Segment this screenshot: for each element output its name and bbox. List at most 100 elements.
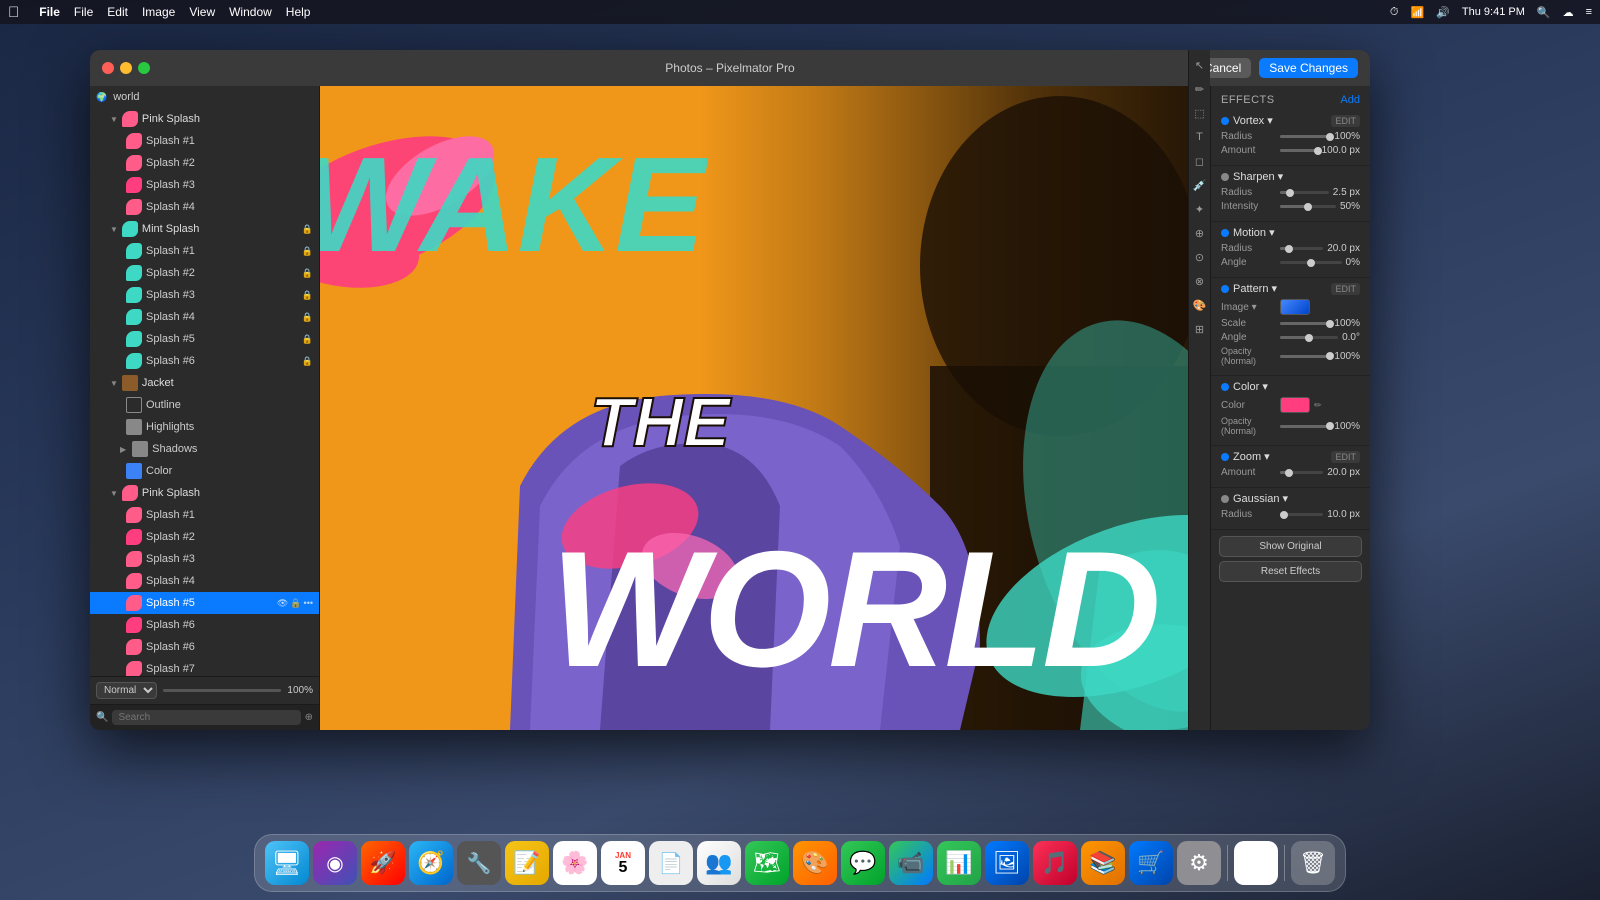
reset-effects-button[interactable]: Reset Effects — [1219, 561, 1362, 582]
dock-launchpad[interactable]: 🚀 — [361, 841, 405, 885]
dock-keynote[interactable]: 🖼 — [985, 841, 1029, 885]
menu-photos[interactable]: File — [39, 5, 60, 19]
angle-slider[interactable] — [1280, 336, 1338, 339]
effect-active-dot[interactable] — [1221, 453, 1229, 461]
layer-item[interactable]: Splash #5 🔒 — [90, 328, 319, 350]
dock-calendar[interactable]: JAN 5 — [601, 841, 645, 885]
layer-item[interactable]: Splash #4 — [90, 570, 319, 592]
dock-preferences[interactable]: ⚙ — [1177, 841, 1221, 885]
opacity-slider[interactable] — [1280, 425, 1330, 428]
dock-notes[interactable]: 📝 — [505, 841, 549, 885]
paint-tool[interactable]: ✏ — [1191, 86, 1209, 98]
select-tool[interactable]: ⬚ — [1191, 104, 1209, 122]
layer-item[interactable]: Splash #1 — [90, 504, 319, 526]
retouch-tool[interactable]: ⊙ — [1191, 248, 1209, 266]
text-tool[interactable]: T — [1191, 128, 1209, 146]
angle-slider[interactable] — [1280, 261, 1342, 264]
dock-trash[interactable]: 🗑 — [1291, 841, 1335, 885]
menu-image[interactable]: Image — [142, 5, 175, 19]
menu-view[interactable]: View — [189, 5, 215, 19]
canvas-area[interactable]: WAKE — [320, 86, 1210, 730]
eye-icon[interactable]: 👁 — [277, 598, 288, 609]
radius-slider[interactable] — [1280, 135, 1330, 138]
layers-list[interactable]: 🌍 world Pink Splash Splash #1 — [90, 86, 319, 676]
search-icon[interactable]: 🔍 — [1537, 6, 1551, 19]
show-original-button[interactable]: Show Original — [1219, 536, 1362, 557]
dock-photosapp[interactable]: 🖼 — [1234, 841, 1278, 885]
layer-item[interactable]: Splash #1 🔒 — [90, 240, 319, 262]
image-swatch[interactable] — [1280, 299, 1310, 315]
intensity-slider[interactable] — [1280, 205, 1336, 208]
dock-numbers[interactable]: 📊 — [937, 841, 981, 885]
warp-tool[interactable]: ⊗ — [1191, 272, 1209, 290]
add-layer-icon[interactable]: ⊕ — [305, 712, 313, 723]
opacity-slider[interactable] — [163, 689, 281, 692]
radius-slider[interactable] — [1280, 191, 1329, 194]
effect-edit-button[interactable]: EDIT — [1331, 451, 1360, 463]
dock-pixelmator[interactable]: 🎨 — [793, 841, 837, 885]
layer-splash5-selected[interactable]: Splash #5 👁 🔒 ••• — [90, 592, 319, 614]
effect-active-dot[interactable] — [1221, 383, 1229, 391]
layer-root-world[interactable]: 🌍 world — [90, 86, 319, 108]
dock-finder[interactable]: 🖥 — [265, 841, 309, 885]
zoom-tool[interactable]: ⊕ — [1191, 224, 1209, 242]
layer-item[interactable]: ▶ Shadows — [90, 438, 319, 460]
layer-item[interactable]: Outline — [90, 394, 319, 416]
heal-tool[interactable]: ✦ — [1191, 200, 1209, 218]
radius-slider[interactable] — [1280, 513, 1323, 516]
layer-item[interactable]: Splash #3 🔒 — [90, 284, 319, 306]
search-input[interactable] — [112, 710, 300, 725]
dock-appstore[interactable]: 🛒 — [1129, 841, 1173, 885]
menu-edit[interactable]: Edit — [107, 5, 128, 19]
dock-quicklook[interactable]: 📄 — [649, 841, 693, 885]
radius-slider[interactable] — [1280, 247, 1323, 250]
close-button[interactable] — [102, 62, 114, 74]
layer-item[interactable]: Splash #6 🔒 — [90, 350, 319, 372]
opacity-slider[interactable] — [1280, 355, 1330, 358]
blend-mode-select[interactable]: Normal — [96, 682, 157, 699]
color-swatch[interactable] — [1280, 397, 1310, 413]
dock-facetime[interactable]: 📹 — [889, 841, 933, 885]
dock-siri[interactable]: ◉ — [313, 841, 357, 885]
layer-item[interactable]: Splash #7 — [90, 658, 319, 676]
layer-item[interactable]: Splash #6 — [90, 614, 319, 636]
effect-active-dot[interactable] — [1221, 495, 1229, 503]
save-button[interactable]: Save Changes — [1259, 58, 1358, 78]
dock-photos[interactable]: 🌸 — [553, 841, 597, 885]
effect-active-dot[interactable] — [1221, 117, 1229, 125]
group-pink-splash-1[interactable]: Pink Splash — [90, 108, 319, 130]
dock-migration[interactable]: 🔧 — [457, 841, 501, 885]
menu-help[interactable]: Help — [286, 5, 311, 19]
apple-menu[interactable]:  — [8, 4, 19, 21]
eraser-tool[interactable]: ◻ — [1191, 152, 1209, 170]
group-mint-splash-1[interactable]: Mint Splash 🔒 — [90, 218, 319, 240]
scale-slider[interactable] — [1280, 322, 1330, 325]
layer-item[interactable]: Splash #2 — [90, 526, 319, 548]
layer-item[interactable]: Splash #1 — [90, 130, 319, 152]
color-picker-tool[interactable]: 🎨 — [1191, 296, 1209, 314]
dock-safari[interactable]: 🧭 — [409, 841, 453, 885]
layer-item[interactable]: Splash #6 — [90, 636, 319, 658]
dock-contacts[interactable]: 👥 — [697, 841, 741, 885]
effect-edit-button[interactable]: EDIT — [1331, 115, 1360, 127]
amount-slider[interactable] — [1280, 471, 1323, 474]
layer-item[interactable]: Splash #4 🔒 — [90, 306, 319, 328]
add-effect-button[interactable]: Add — [1340, 94, 1360, 106]
eyedropper-tool[interactable]: 💉 — [1191, 176, 1209, 194]
effect-active-dot[interactable] — [1221, 285, 1229, 293]
layer-item[interactable]: Splash #3 — [90, 548, 319, 570]
amount-slider[interactable] — [1280, 149, 1318, 152]
dock-music[interactable]: 🎵 — [1033, 841, 1077, 885]
lock-icon[interactable]: 🔒 — [290, 598, 301, 609]
dock-books[interactable]: 📚 — [1081, 841, 1125, 885]
menu-file[interactable]: File — [74, 5, 93, 19]
color-picker-icon[interactable]: ✏ — [1314, 400, 1322, 411]
menu-extras[interactable]: ≡ — [1586, 6, 1592, 18]
effect-active-dot[interactable] — [1221, 229, 1229, 237]
effect-active-dot[interactable] — [1221, 173, 1229, 181]
group-jacket[interactable]: Jacket — [90, 372, 319, 394]
layer-item[interactable]: Color — [90, 460, 319, 482]
layer-item[interactable]: Highlights — [90, 416, 319, 438]
layer-item[interactable]: Splash #2 — [90, 152, 319, 174]
dock-messages[interactable]: 💬 — [841, 841, 885, 885]
